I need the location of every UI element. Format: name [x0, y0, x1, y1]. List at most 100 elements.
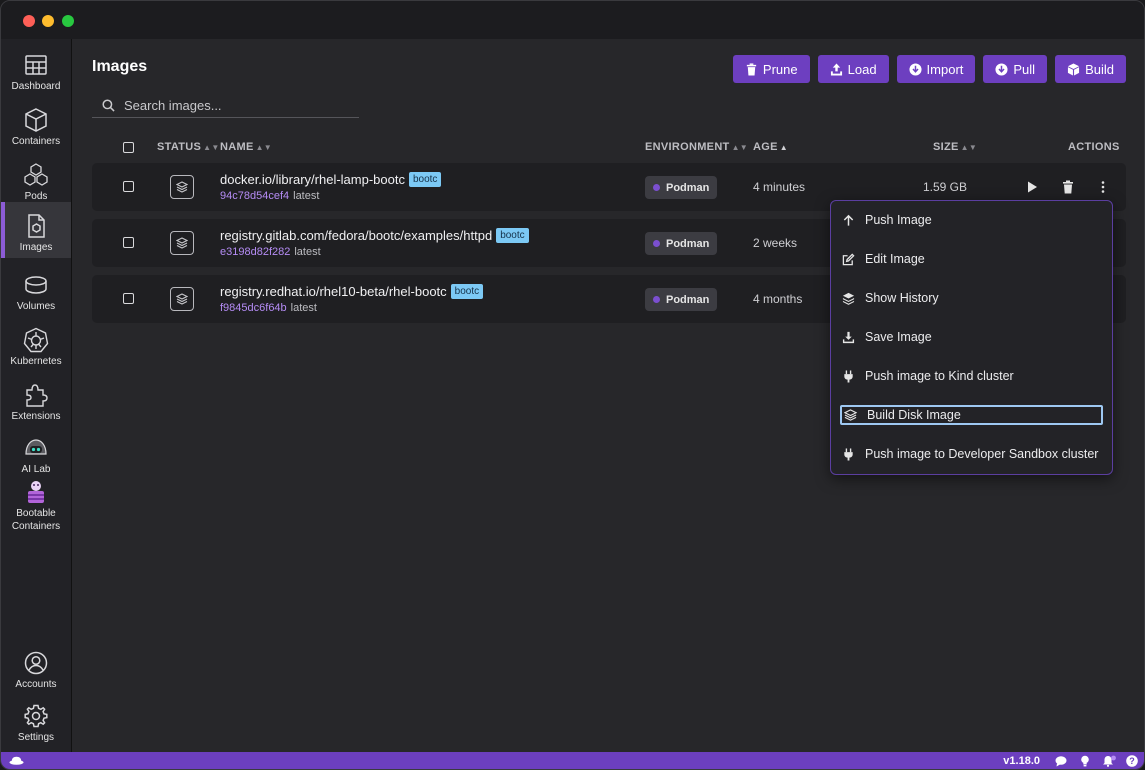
sidebar-item-images[interactable]: Images	[1, 202, 71, 258]
image-name-text: docker.io/library/rhel-lamp-bootc	[220, 172, 405, 187]
menu-item-show-history[interactable]: Show History	[840, 288, 1101, 308]
column-header-status[interactable]: STATUS ▲▼	[157, 141, 220, 153]
redhat-logo-icon[interactable]	[9, 755, 24, 767]
sidebar-item-kubernetes[interactable]: Kubernetes	[1, 316, 71, 372]
kubernetes-icon	[23, 327, 49, 353]
bootc-badge: bootc	[450, 284, 484, 299]
build-button[interactable]: Build	[1055, 55, 1126, 83]
environment-label: Podman	[666, 237, 710, 250]
svg-text:?: ?	[1129, 756, 1135, 766]
close-window-button[interactable]	[23, 15, 35, 27]
column-header-name[interactable]: NAME ▲▼	[220, 141, 272, 153]
sidebar-item-volumes[interactable]: Volumes	[1, 261, 71, 317]
lightbulb-icon[interactable]	[1079, 755, 1091, 767]
sidebar-item-dashboard[interactable]: Dashboard	[1, 41, 71, 97]
sidebar-item-extensions[interactable]: Extensions	[1, 371, 71, 427]
help-icon[interactable]: ?	[1126, 755, 1138, 767]
load-button[interactable]: Load	[817, 55, 889, 83]
arrow-circle-down-icon	[995, 62, 1008, 76]
environment-dot	[653, 240, 660, 247]
database-icon	[25, 276, 47, 294]
row-checkbox[interactable]	[123, 237, 134, 248]
prune-label: Prune	[762, 61, 798, 77]
run-icon[interactable]	[1025, 180, 1039, 194]
menu-item-label: Push Image	[865, 213, 932, 227]
sidebar-item-containers[interactable]: Containers	[1, 96, 71, 152]
column-label: NAME	[220, 141, 254, 153]
version-label[interactable]: v1.18.0	[1003, 755, 1040, 767]
bootable-containers-icon	[28, 481, 44, 503]
row-checkbox[interactable]	[123, 181, 134, 192]
sidebar-item-label: Bootable Containers	[12, 507, 60, 533]
import-button[interactable]: Import	[896, 55, 976, 83]
menu-item-label: Push image to Developer Sandbox cluster	[865, 447, 1099, 461]
column-header-actions: ACTIONS	[1068, 141, 1120, 153]
column-header-environment[interactable]: ENVIRONMENT ▲▼	[645, 141, 748, 153]
image-name[interactable]: docker.io/library/rhel-lamp-bootc bootc	[220, 172, 442, 187]
sidebar-item-bootable-containers[interactable]: Bootable Containers	[1, 479, 71, 537]
sidebar-item-ai-lab[interactable]: AI Lab	[1, 424, 71, 480]
bell-icon[interactable]	[1102, 755, 1116, 767]
menu-item-push-image[interactable]: Push Image	[840, 210, 1101, 230]
sidebar-item-settings[interactable]: Settings	[1, 692, 71, 748]
column-label: STATUS	[157, 141, 202, 153]
sort-icon: ▲▼	[203, 142, 220, 152]
menu-item-edit-image[interactable]: Edit Image	[840, 249, 1101, 269]
edit-icon	[842, 252, 855, 265]
menu-item-save-image[interactable]: Save Image	[840, 327, 1101, 347]
cube-icon	[1068, 62, 1080, 76]
search-input[interactable]	[122, 96, 346, 114]
layers-icon	[176, 293, 188, 305]
arrow-circle-down-icon	[909, 62, 922, 76]
app-window: Dashboard Containers Pods Images Volumes…	[0, 0, 1145, 770]
sort-icon: ▲▼	[255, 142, 273, 152]
delete-icon[interactable]	[1061, 180, 1075, 194]
title-bar	[1, 1, 1144, 40]
status-icon	[170, 287, 194, 311]
pull-button[interactable]: Pull	[983, 55, 1048, 83]
table-header: STATUS ▲▼ NAME ▲▼ ENVIRONMENT ▲▼ AGE ▲ SIZE ▲…	[92, 137, 1126, 159]
image-name[interactable]: registry.gitlab.com/fedora/bootc/example…	[220, 228, 529, 243]
column-label: AGE	[753, 141, 778, 153]
chat-icon[interactable]	[1055, 755, 1067, 767]
image-name[interactable]: registry.redhat.io/rhel10-beta/rhel-boot…	[220, 284, 484, 299]
image-id: f9845dc6f64b	[220, 302, 287, 314]
sidebar-item-label-line2: Containers	[11, 521, 61, 532]
image-meta: f9845dc6f64b latest	[220, 302, 317, 314]
zoom-window-button[interactable]	[62, 15, 74, 27]
download-icon	[842, 331, 855, 343]
layers-icon	[176, 181, 188, 193]
menu-item-build-disk-image[interactable]: Build Disk Image	[840, 405, 1103, 425]
sidebar-item-label: Containers	[11, 136, 61, 147]
column-header-size[interactable]: SIZE ▲▼	[933, 141, 977, 153]
image-age: 4 minutes	[753, 180, 806, 194]
row-checkbox[interactable]	[123, 293, 134, 304]
status-bar: v1.18.0 ?	[1, 752, 1144, 769]
sidebar-item-label: Dashboard	[11, 81, 61, 92]
sidebar-item-label: Kubernetes	[10, 356, 62, 367]
prune-button[interactable]: Prune	[732, 55, 810, 83]
build-label: Build	[1085, 61, 1114, 77]
menu-item-push-developer-sandbox[interactable]: Push image to Developer Sandbox cluster	[840, 444, 1101, 464]
ai-lab-icon	[25, 439, 47, 455]
column-header-age[interactable]: AGE ▲	[753, 141, 788, 153]
sidebar-item-accounts[interactable]: Accounts	[1, 639, 71, 695]
environment-dot	[653, 296, 660, 303]
upload-icon	[830, 62, 842, 76]
plug-icon	[844, 369, 853, 383]
menu-item-push-kind-cluster[interactable]: Push image to Kind cluster	[840, 366, 1101, 386]
kebab-menu-icon[interactable]	[1096, 180, 1110, 194]
load-label: Load	[847, 61, 877, 77]
plug-icon	[844, 447, 853, 461]
layers-icon	[176, 237, 188, 249]
menu-item-label: Save Image	[865, 330, 932, 344]
minimize-window-button[interactable]	[42, 15, 54, 27]
menu-item-label: Edit Image	[865, 252, 925, 266]
menu-item-label: Build Disk Image	[867, 408, 961, 422]
select-all-checkbox[interactable]	[123, 142, 134, 153]
image-tag: latest	[294, 246, 321, 258]
sidebar-item-pods[interactable]: Pods	[1, 151, 71, 207]
disk-image-icon	[844, 408, 857, 421]
environment-label: Podman	[666, 181, 710, 194]
image-actions-menu: Push Image Edit Image Show History Save …	[830, 200, 1113, 475]
